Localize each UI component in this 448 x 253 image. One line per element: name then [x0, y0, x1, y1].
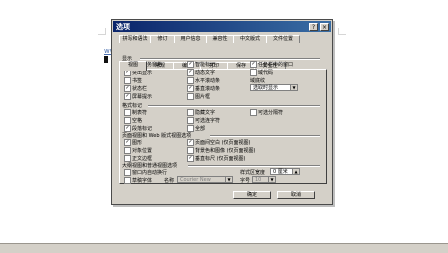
field-shading-select[interactable]: 选取时显示 ▼: [250, 84, 298, 91]
checkbox-windows-in-taskbar[interactable]: ✓: [250, 61, 257, 68]
label-text-boundaries: 正文边框: [132, 156, 153, 162]
checkbox-drawings[interactable]: ✓: [124, 139, 131, 146]
label-status-bar: 状态栏: [132, 86, 148, 92]
font-size-value: 10: [255, 177, 262, 183]
tab-asian-typography[interactable]: 中文版式: [233, 35, 267, 43]
label-object-anchors: 对象位置: [132, 148, 153, 154]
close-icon[interactable]: ×: [320, 23, 329, 31]
checkbox-object-anchors[interactable]: [124, 147, 131, 154]
label-optional-hyphens: 可选连字符: [195, 118, 221, 124]
checkbox-smart-tags[interactable]: ✓: [187, 61, 194, 68]
label-vertical-ruler: 垂直标尺 (仅页面视图): [195, 156, 246, 162]
tab-file-locations[interactable]: 文件位置: [266, 35, 300, 43]
dialog-titlebar[interactable]: 选项 ? ×: [113, 21, 331, 32]
chevron-down-icon: ▼: [268, 177, 275, 182]
label-field-codes: 域代码: [258, 70, 274, 76]
chevron-down-icon: ▼: [290, 85, 297, 90]
section-outline-label: 大纲视图和普通视图选项: [122, 163, 178, 169]
checkbox-horizontal-scrollbar[interactable]: [187, 77, 194, 84]
label-bookmarks: 书签: [132, 78, 143, 84]
label-animated-text: 动态文字: [195, 70, 216, 76]
label-paragraph-marks: 段落标记: [132, 126, 153, 132]
checkbox-field-codes[interactable]: [250, 69, 257, 76]
checkbox-picture-placeholders[interactable]: [187, 93, 194, 100]
checkbox-optional-hyphens[interactable]: [187, 117, 194, 124]
style-area-width-value: 0 厘米: [273, 169, 288, 175]
checkbox-vertical-ruler[interactable]: ✓: [187, 155, 194, 162]
label-picture-placeholders: 图片框: [195, 94, 211, 100]
tab-spelling[interactable]: 拼写和语法: [119, 35, 151, 43]
section-format-label: 格式标记: [122, 103, 143, 109]
checkbox-vertical-scrollbar[interactable]: ✓: [187, 85, 194, 92]
tab-track-changes[interactable]: 修订: [150, 35, 175, 43]
page-corner-mark-right-v: [338, 28, 339, 35]
label-wrap-to-window: 窗口内自动换行: [132, 170, 168, 176]
label-draft-font: 草稿字体: [132, 178, 153, 184]
page-corner-mark-right: [338, 34, 346, 35]
label-style-area-width: 样式区宽度: [240, 170, 266, 176]
checkbox-white-space-between-pages[interactable]: ✓: [187, 139, 194, 146]
label-smart-tags: 智能标记: [195, 62, 216, 68]
label-font-size: 字号: [240, 178, 251, 184]
section-print-layout-divider: [210, 135, 320, 137]
section-format-divider: [148, 105, 320, 107]
font-name-select[interactable]: Courier New ▼: [177, 176, 233, 183]
checkbox-draft-font[interactable]: [124, 177, 131, 184]
page-corner-mark-left-v: [105, 28, 106, 35]
label-horizontal-scrollbar: 水平滚动条: [195, 78, 221, 84]
checkbox-bookmarks[interactable]: [124, 77, 131, 84]
label-tab-chars: 制表符: [132, 110, 148, 116]
cancel-button[interactable]: 取消: [277, 191, 315, 199]
font-name-value: Courier New: [180, 177, 211, 183]
label-optional-breaks: 可选分隔符: [258, 110, 284, 116]
checkbox-optional-breaks[interactable]: [250, 109, 257, 116]
label-font-name: 名称: [164, 178, 175, 184]
tab-view[interactable]: 视图: [119, 61, 147, 71]
checkbox-background-colors[interactable]: [187, 147, 194, 154]
label-screen-tips: 屏幕提示: [132, 94, 153, 100]
ok-button[interactable]: 确定: [233, 191, 271, 199]
section-print-layout-label: 页面视图和 Web 版式视图选项: [122, 133, 192, 139]
checkbox-text-boundaries[interactable]: [124, 155, 131, 162]
label-vertical-scrollbar: 垂直滚动条: [195, 86, 221, 92]
checkbox-status-bar[interactable]: ✓: [124, 85, 131, 92]
paragraph-mark: [104, 56, 108, 63]
spinner-icon[interactable]: ▲: [292, 169, 299, 174]
label-background-colors: 背景色和图像 (仅页面视图): [195, 148, 256, 154]
label-hidden-text: 隐藏文字: [195, 110, 216, 116]
tab-user-info[interactable]: 用户信息: [174, 35, 207, 43]
label-field-shading: 域底纹: [250, 78, 266, 84]
tab-compatibility[interactable]: 兼容性: [206, 35, 234, 43]
checkbox-all-marks[interactable]: [187, 125, 194, 132]
checkbox-screen-tips[interactable]: ✓: [124, 93, 131, 100]
label-white-space-between-pages: 页面间空白 (仅页面视图): [195, 140, 251, 146]
field-shading-value: 选取时显示: [253, 85, 279, 91]
checkbox-paragraph-marks[interactable]: ✓: [124, 125, 131, 132]
chevron-down-icon: ▼: [225, 177, 232, 182]
label-spaces: 空格: [132, 118, 143, 124]
checkbox-spaces[interactable]: [124, 117, 131, 124]
style-area-width-input[interactable]: 0 厘米 ▲: [270, 168, 300, 175]
section-show-divider: [140, 58, 320, 60]
checkbox-hidden-text[interactable]: [187, 109, 194, 116]
label-drawings: 图形: [132, 140, 143, 146]
checkbox-tab-chars[interactable]: [124, 109, 131, 116]
font-size-select[interactable]: 10 ▼: [252, 176, 276, 183]
label-windows-in-taskbar: 任务栏中的窗口: [258, 62, 294, 68]
help-icon[interactable]: ?: [309, 23, 318, 31]
dialog-title: 选项: [116, 23, 130, 31]
options-dialog: 选项 ? × 拼写和语法 修订 用户信息 兼容性 中文版式 文件位置 视图 常规…: [111, 19, 333, 205]
section-outline-divider: [188, 165, 320, 167]
checkbox-animated-text[interactable]: ✓: [187, 69, 194, 76]
checkbox-wrap-to-window[interactable]: [124, 169, 131, 176]
label-all-marks: 全部: [195, 126, 206, 132]
